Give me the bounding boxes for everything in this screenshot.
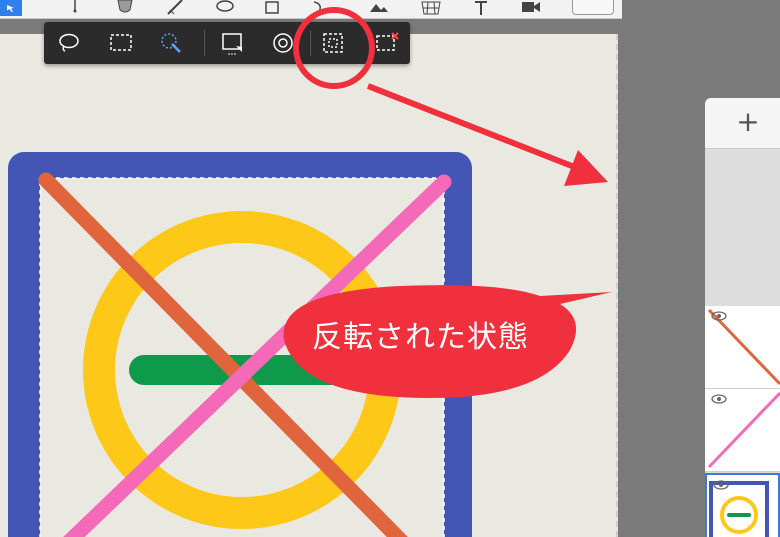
magic-wand-select-icon[interactable] xyxy=(158,30,184,56)
layers-panel-header: + xyxy=(705,98,780,149)
layer-circle-selected[interactable] xyxy=(705,473,780,537)
callout-label: 反転された状態 xyxy=(312,320,529,355)
layers-panel: + xyxy=(705,98,780,537)
layer-orange-line[interactable] xyxy=(705,306,780,389)
rectangle-select-icon[interactable] xyxy=(108,30,134,56)
layer-pink-line[interactable] xyxy=(705,389,780,472)
selection-toolbar xyxy=(44,22,410,64)
eye-icon[interactable] xyxy=(711,393,727,405)
flip-icon[interactable] xyxy=(320,30,346,56)
add-layer-button[interactable]: + xyxy=(735,108,761,136)
eye-icon[interactable] xyxy=(713,479,729,491)
lasso-select-icon[interactable] xyxy=(56,30,82,56)
rotate-icon[interactable] xyxy=(270,30,296,56)
eye-icon[interactable] xyxy=(711,310,727,322)
artwork xyxy=(8,152,472,537)
transform-icon[interactable] xyxy=(220,30,246,56)
deselect-icon[interactable] xyxy=(374,30,400,56)
toolbar-separator xyxy=(204,30,205,56)
toolbar-separator xyxy=(310,30,311,56)
